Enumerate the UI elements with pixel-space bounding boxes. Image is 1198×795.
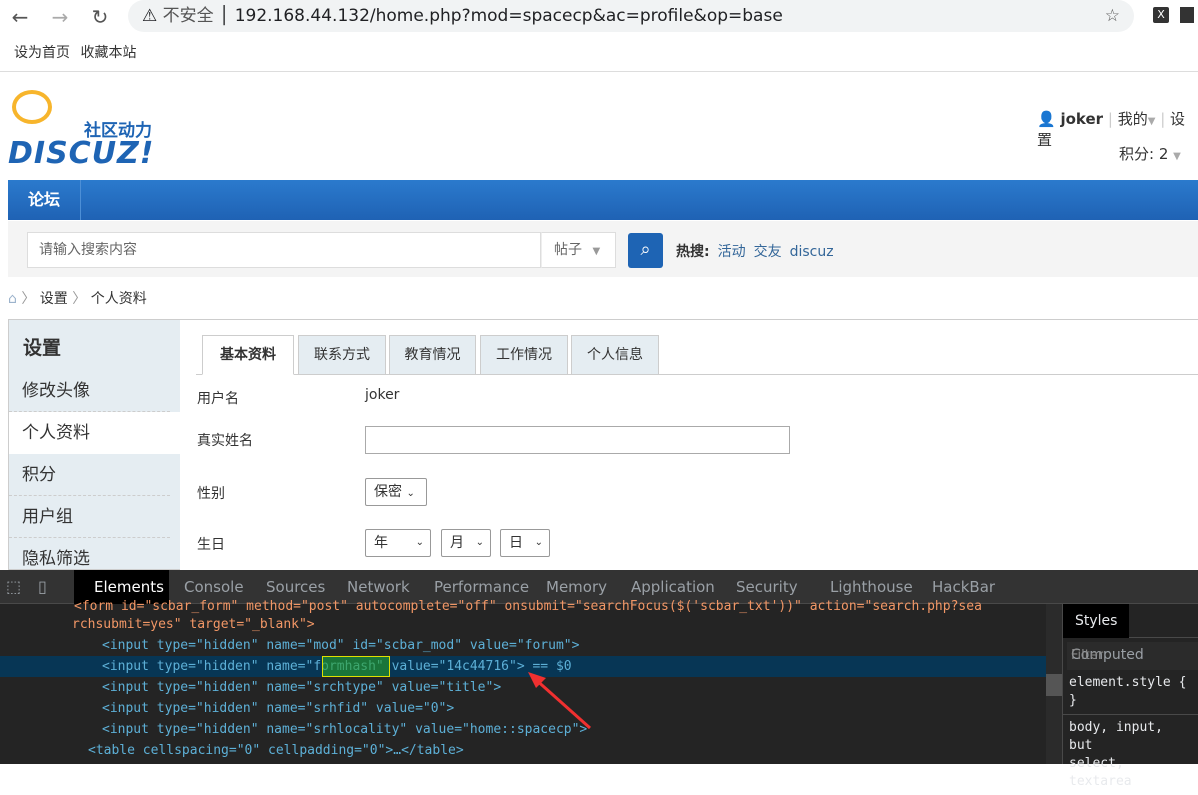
tab-work[interactable]: 工作情况 [480, 335, 568, 375]
birthday-label: 生日 [197, 537, 225, 553]
dom-line[interactable]: <table cellspacing="0" cellpadding="0">…… [0, 740, 1046, 761]
logo-bulb-icon [12, 90, 52, 124]
logo-brand: DISCUZ! [8, 136, 155, 171]
red-arrow-annotation [528, 672, 591, 730]
security-label: 不安全 [162, 6, 214, 26]
devtools-tab-lighthouse[interactable]: Lighthouse [830, 578, 913, 596]
tab-basic[interactable]: 基本资料 [202, 335, 294, 375]
warning-icon: ⚠ [142, 6, 158, 26]
sidebar-item-avatar[interactable]: 修改头像 [9, 370, 170, 412]
devtools-tab-elements[interactable]: Elements [94, 578, 164, 596]
style-rule: select, textarea [1069, 756, 1132, 789]
style-rule: } [1069, 693, 1077, 708]
search-highlight [322, 656, 390, 677]
extension-icon[interactable] [1180, 7, 1194, 23]
bookmarks-bar: 设为首页 收藏本站 [0, 34, 1198, 72]
hot-link[interactable]: discuz [790, 244, 834, 260]
back-icon[interactable]: ← [8, 5, 32, 29]
devtools-tab-performance[interactable]: Performance [434, 578, 529, 596]
tab-personal[interactable]: 个人信息 [571, 335, 659, 375]
inspect-icon[interactable]: ⬚ [6, 577, 21, 596]
points-menu[interactable]: 积分: 2 ▼ [1119, 143, 1181, 164]
hot-link[interactable]: 交友 [754, 244, 782, 260]
address-bar[interactable]: ⚠ 不安全 │ 192.168.44.132/home.php?mod=spac… [128, 0, 1134, 32]
tab-contact[interactable]: 联系方式 [298, 335, 386, 375]
sidebar-item-credits[interactable]: 积分 [9, 454, 170, 496]
search-type-select[interactable]: 帖子 ▼ [541, 232, 616, 268]
dom-tree: <form id="scbar_form" method="post" auto… [0, 599, 1046, 764]
bookmark-favorite[interactable]: 收藏本站 [80, 45, 136, 61]
username-label: 用户名 [197, 391, 239, 407]
search-button[interactable]: ⌕ [628, 233, 663, 268]
browser-toolbar: ← → ↻ ⚠ 不安全 │ 192.168.44.132/home.php?mo… [0, 0, 1198, 34]
url-text: 192.168.44.132/home.php?mod=spacecp&ac=p… [234, 6, 783, 26]
devtools-tab-hackbar[interactable]: HackBar [932, 578, 995, 596]
nav-forum[interactable]: 论坛 [8, 180, 82, 220]
devtools-tab-security[interactable]: Security [736, 578, 798, 596]
scrollbar[interactable] [1046, 604, 1062, 764]
bookmark-homepage[interactable]: 设为首页 [14, 45, 70, 61]
devtools-tab-application[interactable]: Application [631, 578, 715, 596]
search-icon: ⌕ [640, 239, 651, 260]
sidebar: 设置 修改头像 个人资料 积分 用户组 隐私筛选 [8, 319, 180, 580]
gender-select[interactable]: 保密 ⌄ [365, 478, 427, 506]
devtools-tab-console[interactable]: Console [184, 578, 244, 596]
dom-line[interactable]: <input type="hidden" name="mod" id="scba… [0, 635, 1046, 656]
style-rule: element.style { [1069, 675, 1187, 690]
my-menu[interactable]: 我的 [1118, 110, 1148, 128]
sidebar-item-profile[interactable]: 个人资料 [9, 412, 180, 454]
birth-day-select[interactable]: 日 ⌄ [500, 529, 550, 557]
birth-month-select[interactable]: 月 ⌄ [441, 529, 491, 557]
search-input[interactable]: 请输入搜索内容 [27, 232, 541, 268]
devtools-tab-memory[interactable]: Memory [546, 578, 607, 596]
styles-tab[interactable]: Styles [1063, 604, 1130, 638]
sidebar-title: 设置 [23, 337, 62, 359]
hot-link[interactable]: 活动 [718, 244, 746, 260]
sidebar-item-usergroup[interactable]: 用户组 [9, 496, 170, 538]
chevron-down-icon: ▼ [592, 246, 601, 257]
breadcrumb: ⌂ 〉 设置 〉 个人资料 [8, 291, 147, 307]
devtools-tab-network[interactable]: Network [347, 578, 410, 596]
style-rule: body, input, but [1069, 720, 1163, 753]
device-toolbar-icon[interactable]: ▯ [38, 577, 47, 596]
realname-label: 真实姓名 [197, 433, 253, 449]
tab-education[interactable]: 教育情况 [389, 335, 476, 375]
main-nav: 论坛 [8, 180, 1198, 220]
realname-input[interactable] [365, 426, 790, 454]
devtools-tab-sources[interactable]: Sources [266, 578, 325, 596]
forward-icon[interactable]: → [48, 5, 72, 29]
points-text: 积分: 2 [1119, 145, 1169, 163]
hot-label: 热搜: [676, 244, 710, 260]
user-icon: 👤 [1037, 110, 1056, 128]
styles-pane: Styles Computed Filter element.style {} … [1062, 604, 1198, 789]
dom-line[interactable]: rchsubmit=yes" target="_blank"> [0, 614, 1046, 635]
birth-year-select[interactable]: 年 ⌄ [365, 529, 431, 557]
breadcrumb-item: 个人资料 [90, 291, 147, 307]
extension-icon[interactable]: X [1153, 7, 1169, 23]
gender-label: 性别 [197, 486, 225, 502]
hot-search: 热搜: 活动 交友 discuz [676, 241, 834, 261]
reload-icon[interactable]: ↻ [88, 5, 112, 29]
username-value: joker [365, 387, 400, 403]
breadcrumb-item[interactable]: 设置 [40, 291, 68, 307]
home-icon[interactable]: ⌂ [8, 291, 17, 307]
logo[interactable]: 社区动力 DISCUZ! [8, 88, 178, 172]
username-link[interactable]: joker [1060, 110, 1103, 128]
star-icon[interactable]: ☆ [1105, 0, 1120, 32]
search-type-label: 帖子 [554, 242, 582, 258]
